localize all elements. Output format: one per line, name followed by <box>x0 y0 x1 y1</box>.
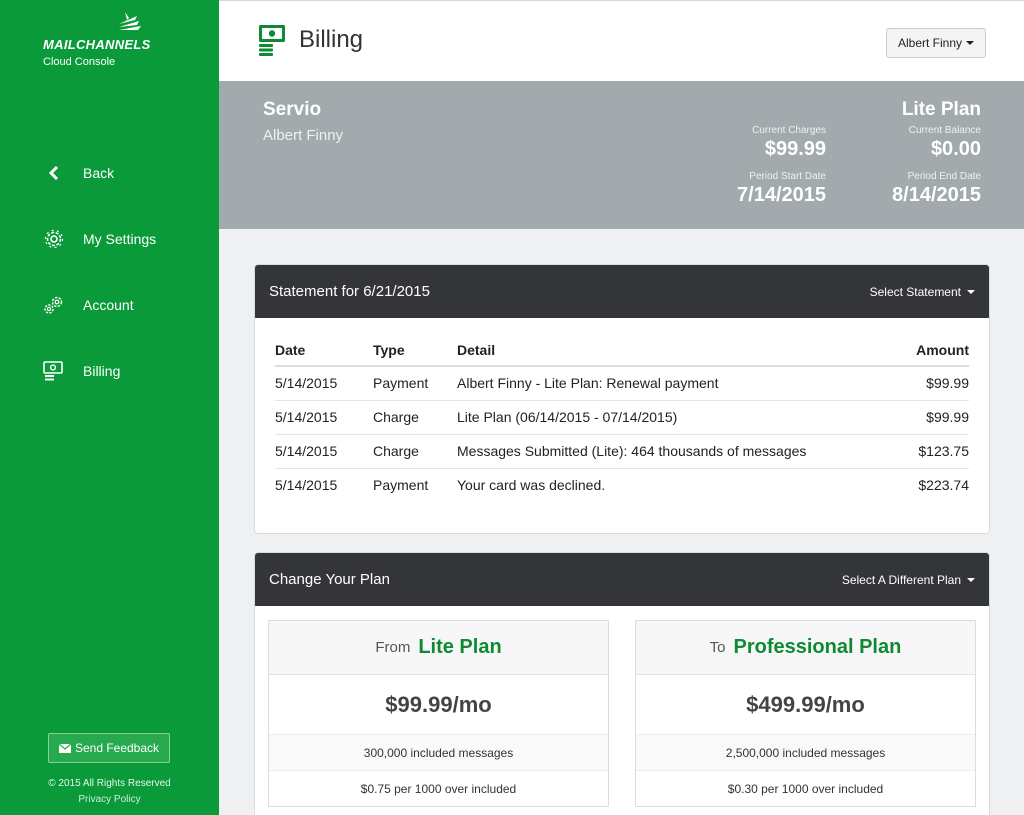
cell-detail: Albert Finny - Lite Plan: Renewal paymen… <box>457 366 859 401</box>
gear-icon <box>42 228 66 250</box>
select-statement-dropdown[interactable]: Select Statement <box>870 285 975 299</box>
table-row: 5/14/2015 Charge Lite Plan (06/14/2015 -… <box>275 400 969 435</box>
sidebar-item-label: My Settings <box>83 231 157 247</box>
cell-date: 5/14/2015 <box>275 400 373 435</box>
select-plan-label: Select A Different Plan <box>841 572 961 587</box>
copyright-text: © 2015 All Rights Reserved <box>48 778 171 789</box>
column-header-date: Date <box>275 334 373 367</box>
column-header-amount: Amount <box>859 334 969 367</box>
current-balance: Current Balance $0.00 <box>909 125 981 161</box>
cell-detail: Your card was declined. <box>457 477 606 494</box>
statement-table: Date Type Detail Amount 5/14/2015 Paymen… <box>275 334 969 502</box>
plan-name: Lite Plan <box>418 636 502 658</box>
table-row: 5/14/2015 Payment Albert Finny - Lite Pl… <box>275 366 969 401</box>
sidebar-item-label: Back <box>83 165 115 181</box>
sidebar-item-back[interactable]: Back <box>0 155 219 191</box>
column-header-detail: Detail <box>457 334 859 367</box>
cell-amount: $99.99 <box>859 366 969 401</box>
cell-type: Charge <box>373 400 457 435</box>
cell-amount: $223.74 <box>918 477 969 494</box>
sidebar-item-label: Billing <box>83 363 121 379</box>
cell-type: Payment <box>373 366 457 401</box>
plan-card-header: To Professional Plan <box>636 621 975 675</box>
table-row: 5/14/2015 Charge Messages Submitted (Lit… <box>275 434 969 469</box>
sidebar-item-my-settings[interactable]: My Settings <box>0 221 219 257</box>
current-plan-name: Lite Plan <box>901 99 981 120</box>
change-plan-panel: Change Your Plan Select A Different Plan… <box>254 552 990 815</box>
change-plan-panel-header: Change Your Plan Select A Different Plan <box>255 553 989 606</box>
cell-detail: Messages Submitted (Lite): 464 thousands… <box>457 434 859 469</box>
plan-direction: To <box>709 639 726 656</box>
caret-down-icon <box>967 289 975 294</box>
sidebar-item-label: Account <box>83 297 134 313</box>
plan-card-header: From Lite Plan <box>269 621 608 675</box>
cell-amount: $99.99 <box>859 400 969 435</box>
metric-label: Period Start Date <box>749 171 826 182</box>
plan-price: $99.99/mo <box>269 675 608 735</box>
money-icon <box>259 25 285 56</box>
user-name: Albert Finny <box>897 36 962 50</box>
period-end-date: Period End Date 8/14/2015 <box>892 171 981 207</box>
statement-panel-header: Statement for 6/21/2015 Select Statement <box>255 265 989 318</box>
metric-label: Current Charges <box>752 125 826 136</box>
metric-label: Period End Date <box>907 171 981 182</box>
sidebar-item-account[interactable]: Account <box>0 287 219 323</box>
metric-value: 7/14/2015 <box>737 184 826 206</box>
plan-name: Professional Plan <box>733 636 902 658</box>
company-name: Servio <box>263 99 322 120</box>
metric-value: $0.00 <box>930 138 981 160</box>
change-plan-title: Change Your Plan <box>269 571 390 588</box>
cell-type: Payment <box>373 477 429 494</box>
metric-value: 8/14/2015 <box>892 184 981 206</box>
cell-date: 5/14/2015 <box>275 477 338 494</box>
cell-date: 5/14/2015 <box>275 434 373 469</box>
metric-label: Current Balance <box>908 125 981 136</box>
statement-panel: Statement for 6/21/2015 Select Statement… <box>254 264 990 534</box>
page-title-group: Billing <box>257 23 363 57</box>
select-plan-dropdown[interactable]: Select A Different Plan <box>842 573 975 587</box>
select-statement-label: Select Statement <box>869 284 961 299</box>
wings-logo-icon <box>119 12 141 30</box>
send-feedback-button[interactable]: Send Feedback <box>48 733 170 763</box>
table-header-row: Date Type Detail Amount <box>275 334 969 367</box>
send-feedback-label: Send Feedback <box>74 741 160 755</box>
metric-value: $99.99 <box>764 138 826 160</box>
current-charges: Current Charges $99.99 <box>752 125 826 161</box>
cell-detail: Lite Plan (06/14/2015 - 07/14/2015) <box>457 400 859 435</box>
page-header: Billing Albert Finny <box>219 0 1024 81</box>
account-owner: Albert Finny <box>263 127 344 144</box>
statement-title: Statement for 6/21/2015 <box>269 283 430 300</box>
cell-amount: $123.75 <box>859 434 969 469</box>
page-title: Billing <box>299 26 364 53</box>
chevron-left-icon <box>42 162 66 184</box>
plan-overage-rate: $0.75 per 1000 over included <box>360 782 517 796</box>
sidebar: MAILCHANNELS Cloud Console Back My Setti… <box>0 0 219 815</box>
user-menu-button[interactable]: Albert Finny <box>885 28 986 58</box>
cell-type: Charge <box>373 434 457 469</box>
period-start-date: Period Start Date 7/14/2015 <box>737 171 826 207</box>
envelope-icon <box>58 743 71 753</box>
brand-name: MAILCHANNELS <box>43 37 151 52</box>
plan-direction: From <box>375 639 411 656</box>
cell-date: 5/14/2015 <box>275 366 373 401</box>
plan-price: $499.99/mo <box>636 675 975 735</box>
plan-included-messages: 2,500,000 included messages <box>636 735 975 771</box>
account-summary: Servio Albert Finny Lite Plan Current Ch… <box>219 81 1024 229</box>
caret-down-icon <box>966 41 974 45</box>
table-row: 5/14/2015 Payment Your card was declined… <box>275 468 969 502</box>
brand-subtitle: Cloud Console <box>43 56 116 68</box>
plan-included-messages: 300,000 included messages <box>269 735 608 771</box>
plan-overage-rate: $0.30 per 1000 over included <box>727 782 884 796</box>
sidebar-item-billing[interactable]: Billing <box>0 353 219 389</box>
privacy-policy-link[interactable]: Privacy Policy <box>0 794 219 805</box>
from-plan-card: From Lite Plan $99.99/mo 300,000 include… <box>268 620 609 807</box>
caret-down-icon <box>967 577 975 582</box>
column-header-type: Type <box>373 334 457 367</box>
money-icon <box>42 360 66 382</box>
to-plan-card: To Professional Plan $499.99/mo 2,500,00… <box>635 620 976 807</box>
gears-icon <box>42 294 66 316</box>
